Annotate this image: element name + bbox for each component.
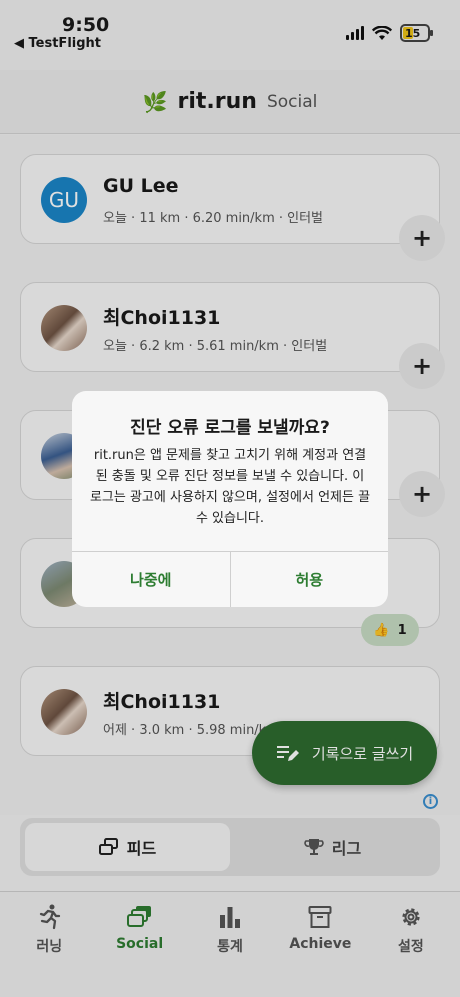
dialog-title: 진단 오류 로그를 보낼까요? xyxy=(130,418,330,438)
allow-button[interactable]: 허용 xyxy=(229,552,389,607)
diagnostics-alert-dialog: 진단 오류 로그를 보낼까요? rit.run은 앱 문제를 찾고 고치기 위해… xyxy=(72,391,388,607)
dialog-message: rit.run은 앱 문제를 찾고 고치기 위해 계정과 연결된 충돌 및 오류… xyxy=(89,448,371,526)
dialog-actions: 나중에 허용 xyxy=(72,551,388,607)
later-button[interactable]: 나중에 xyxy=(72,552,230,607)
